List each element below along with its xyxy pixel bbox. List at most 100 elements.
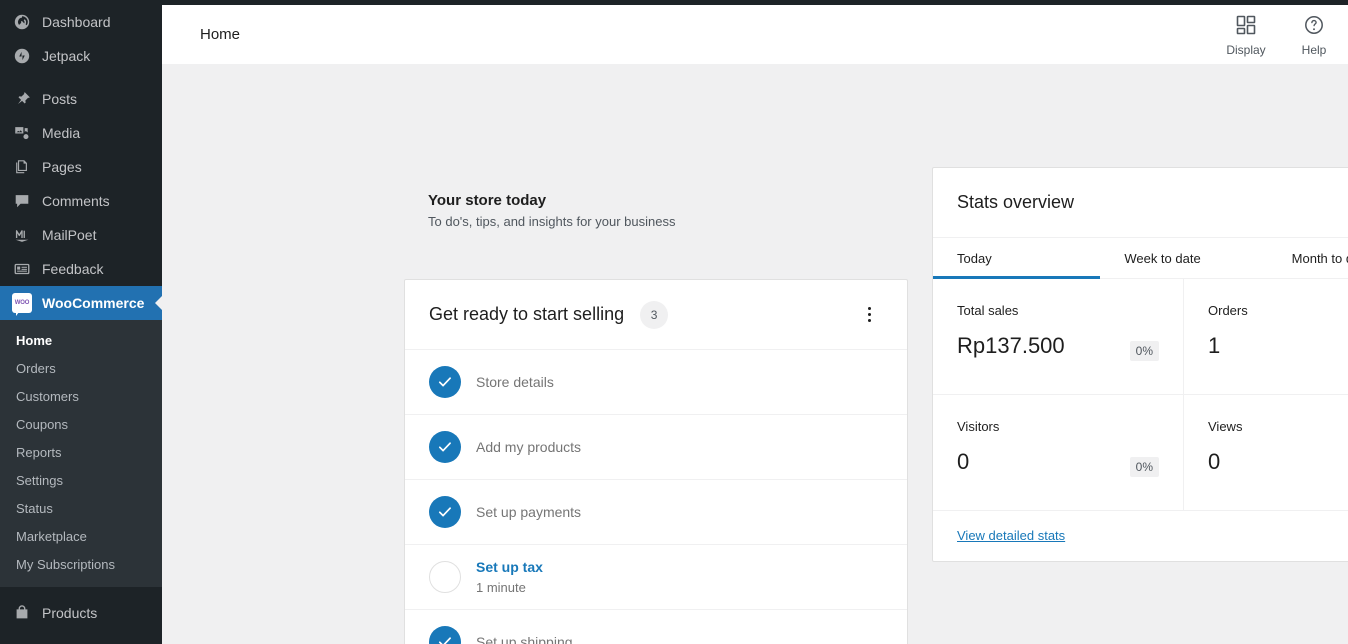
sidebar-separator xyxy=(0,587,162,596)
task-list-header: Get ready to start selling 3 xyxy=(405,280,907,350)
header-actions: Display Help xyxy=(1212,5,1348,65)
sidebar-item-label: MailPoet xyxy=(42,227,97,243)
stats-tabs: TodayWeek to dateMonth to date xyxy=(933,238,1348,279)
comment-icon xyxy=(10,191,34,211)
task-row[interactable]: Store details xyxy=(405,350,907,415)
submenu-item-orders[interactable]: Orders xyxy=(0,355,162,383)
page-content: Your store today To do's, tips, and insi… xyxy=(162,65,1348,644)
submenu-item-home[interactable]: Home xyxy=(0,327,162,355)
task-title: Set up shipping xyxy=(476,634,573,644)
submenu-item-coupons[interactable]: Coupons xyxy=(0,411,162,439)
sidebar-item-products[interactable]: Products xyxy=(0,596,162,630)
task-list-menu-icon[interactable] xyxy=(855,301,883,329)
stat-value: Rp137.500 xyxy=(957,333,1065,358)
view-detailed-stats-link[interactable]: View detailed stats xyxy=(957,528,1065,543)
help-button[interactable]: Help xyxy=(1280,5,1348,65)
sidebar-item-posts[interactable]: Posts xyxy=(0,82,162,116)
admin-sidebar: Dashboard Jetpack Posts Media Pages Comments M… xyxy=(0,0,162,644)
stat-delta-badge: 0% xyxy=(1129,341,1159,361)
sidebar-item-dashboard[interactable]: Dashboard xyxy=(0,5,162,39)
submenu-item-reports[interactable]: Reports xyxy=(0,439,162,467)
dashboard-icon xyxy=(10,12,34,32)
task-title: Store details xyxy=(476,374,554,390)
task-duration: 1 minute xyxy=(476,579,526,595)
sidebar-item-woocommerce[interactable]: WOO WooCommerce xyxy=(0,286,162,320)
sidebar-item-label: WooCommerce xyxy=(42,295,145,311)
main-area: Home Display Help Your store today To do… xyxy=(162,0,1348,644)
stat-label: Visitors xyxy=(957,419,1000,434)
stat-label: Orders xyxy=(1208,303,1248,318)
task-count-badge: 3 xyxy=(640,300,669,329)
stat-cell-views[interactable]: Views00% xyxy=(1184,395,1348,511)
jetpack-icon xyxy=(10,46,34,66)
task-row[interactable]: Add my products xyxy=(405,415,907,480)
display-label: Display xyxy=(1226,42,1266,57)
submenu-item-settings[interactable]: Settings xyxy=(0,467,162,495)
task-row[interactable]: Set up shipping xyxy=(405,610,907,644)
stat-label: Views xyxy=(1208,419,1243,434)
sidebar-item-label: Products xyxy=(42,605,98,621)
sidebar-item-pages[interactable]: Pages xyxy=(0,150,162,184)
pages-icon xyxy=(10,157,34,177)
submenu-item-my-subscriptions[interactable]: My Subscriptions xyxy=(0,551,162,579)
help-circle-icon xyxy=(1303,14,1325,41)
task-complete-check-icon xyxy=(429,366,461,398)
display-button[interactable]: Display xyxy=(1212,5,1280,65)
task-title: Set up payments xyxy=(476,504,582,520)
task-text: Set up tax 1 minute xyxy=(476,558,543,597)
woocommerce-icon: WOO xyxy=(10,293,34,316)
stat-cell-visitors[interactable]: Visitors 0 0% xyxy=(933,395,1184,511)
help-label: Help xyxy=(1301,42,1327,57)
sidebar-menu-top: Dashboard Jetpack Posts Media Pages Comments M… xyxy=(0,5,162,630)
sidebar-item-media[interactable]: Media xyxy=(0,116,162,150)
tab-today[interactable]: Today xyxy=(933,238,1101,279)
stat-cell-total-sales[interactable]: Total sales Rp137.500 0% xyxy=(933,279,1184,395)
task-complete-check-icon xyxy=(429,496,461,528)
submenu-item-customers[interactable]: Customers xyxy=(0,383,162,411)
sidebar-item-label: Feedback xyxy=(42,261,104,277)
task-text: Store details xyxy=(476,373,554,391)
store-today-heading: Your store today To do's, tips, and insi… xyxy=(428,191,675,232)
task-title: Add my products xyxy=(476,439,582,455)
stat-value: 1 xyxy=(1208,333,1221,358)
task-row[interactable]: Set up payments xyxy=(405,480,907,545)
woo-logo-badge: WOO xyxy=(12,293,32,316)
media-icon xyxy=(10,123,34,143)
stats-footer: View detailed stats xyxy=(933,511,1348,561)
submenu-item-status[interactable]: Status xyxy=(0,495,162,523)
sidebar-separator xyxy=(0,73,162,82)
page-header: Home Display Help xyxy=(162,5,1348,65)
sidebar-item-comments[interactable]: Comments xyxy=(0,184,162,218)
sidebar-item-label: Posts xyxy=(42,91,78,107)
products-icon xyxy=(10,603,34,623)
task-incomplete-circle-icon xyxy=(429,561,461,593)
sidebar-item-label: Comments xyxy=(42,193,110,209)
stats-overview-header: Stats overview xyxy=(933,168,1348,238)
store-today-subtitle: To do's, tips, and insights for your bus… xyxy=(428,214,676,229)
tab-week-to-date[interactable]: Week to date xyxy=(1100,238,1267,278)
task-list-title: Get ready to start selling xyxy=(429,304,625,324)
stat-label: Total sales xyxy=(957,303,1019,318)
sidebar-item-label: Pages xyxy=(42,159,82,175)
sidebar-item-jetpack[interactable]: Jetpack xyxy=(0,39,162,73)
stat-value: 0 xyxy=(1208,449,1221,474)
stat-value: 0 xyxy=(957,449,970,474)
woocommerce-submenu: Home Orders Customers Coupons Reports Setting… xyxy=(0,320,162,587)
pin-icon xyxy=(10,89,34,109)
sidebar-item-label: Media xyxy=(42,125,81,141)
sidebar-item-mailpoet[interactable]: MailPoet xyxy=(0,218,162,252)
submenu-item-marketplace[interactable]: Marketplace xyxy=(0,523,162,551)
stat-delta-badge: 0% xyxy=(1129,457,1159,477)
page-title: Home xyxy=(200,26,241,43)
display-grid-icon xyxy=(1235,14,1257,41)
sidebar-item-feedback[interactable]: Feedback xyxy=(0,252,162,286)
task-row[interactable]: Set up tax 1 minute xyxy=(405,545,907,610)
stat-cell-orders[interactable]: Orders10% xyxy=(1184,279,1348,395)
stats-grid: Total sales Rp137.500 0% Orders 1 0% Visitors 0… xyxy=(933,279,1348,511)
feedback-icon xyxy=(10,259,34,279)
sidebar-item-label: Jetpack xyxy=(42,48,91,64)
tab-month-to-date[interactable]: Month to date xyxy=(1268,238,1348,278)
page-root: Dashboard Jetpack Posts Media Pages Comments M… xyxy=(0,0,1348,644)
task-list-card: Get ready to start selling 3 Store detai… xyxy=(404,279,908,644)
task-text: Set up shipping xyxy=(476,633,573,644)
